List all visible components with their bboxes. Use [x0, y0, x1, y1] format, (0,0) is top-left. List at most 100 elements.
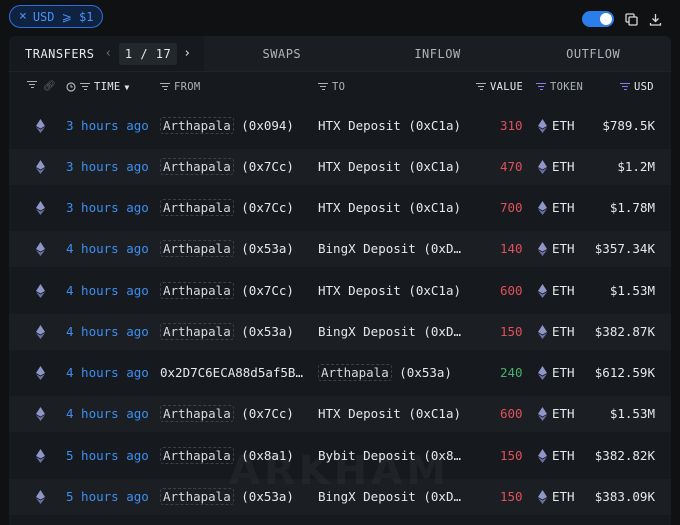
time-link[interactable]: 4 hours ago — [66, 283, 149, 298]
transfers-panel: TRANSFERS ‹ 1 / 17 › SWAPS INFLOW OUTFLO… — [9, 36, 671, 525]
time-link[interactable]: 4 hours ago — [66, 324, 149, 339]
ethereum-chain-icon — [36, 366, 45, 380]
to-cell[interactable]: HTX Deposit (0xC1a) — [318, 200, 461, 215]
to-cell[interactable]: HTX Deposit (0xC1a) — [318, 283, 461, 298]
column-filter-icon[interactable] — [27, 81, 37, 89]
time-column-header[interactable]: TIME ▼ — [66, 81, 130, 93]
to-cell[interactable]: Arthapala (0x53a) — [318, 364, 452, 381]
time-link[interactable]: 4 hours ago — [66, 406, 149, 421]
value-cell: 310 — [500, 118, 523, 133]
to-cell[interactable]: HTX Deposit (0xC1a) — [318, 159, 461, 174]
time-link[interactable]: 3 hours ago — [66, 159, 149, 174]
usd-cell: $789.5K — [602, 118, 655, 133]
table-header: 🔗︎ TIME ▼ FROM TO VALUE TOKEN USD — [9, 72, 671, 102]
close-icon[interactable]: × — [19, 9, 27, 24]
value-cell: 150 — [500, 448, 523, 463]
table-row[interactable]: 4 hours ago Arthapala (0x53a) BingX Deposi… — [9, 314, 671, 350]
copy-icon[interactable] — [624, 12, 638, 26]
time-link[interactable]: 3 hours ago — [66, 118, 149, 133]
ethereum-chain-icon — [36, 201, 45, 215]
eth-token-icon — [538, 407, 547, 421]
eth-token-icon — [538, 284, 547, 298]
usd-cell: $382.87K — [594, 324, 655, 339]
from-cell[interactable]: Arthapala (0x7Cc) — [160, 405, 294, 422]
value-column-header[interactable]: VALUE — [476, 81, 523, 93]
ethereum-chain-icon — [36, 119, 45, 133]
to-cell[interactable]: BingX Deposit (0xD… — [318, 324, 461, 339]
tab-transfers-label: TRANSFERS — [25, 46, 95, 61]
to-entity-tag: Arthapala — [318, 364, 392, 381]
eth-token-icon — [538, 366, 547, 380]
to-cell[interactable]: HTX Deposit (0xC1a) — [318, 118, 461, 133]
tab-swaps[interactable]: SWAPS — [204, 36, 360, 71]
usd-cell: $1.78M — [609, 200, 655, 215]
usd-cell: $382.82K — [594, 448, 655, 463]
from-cell[interactable]: Arthapala (0x7Cc) — [160, 199, 294, 216]
usd-column-header[interactable]: USD — [620, 81, 654, 93]
eth-token-icon — [538, 160, 547, 174]
usd-filter-chip[interactable]: × USD ⩾ $1 — [9, 5, 104, 28]
table-row[interactable]: 3 hours ago Arthapala (0x7Cc) HTX Deposit … — [9, 190, 671, 226]
from-entity-tag: Arthapala — [160, 199, 234, 216]
ethereum-chain-icon — [36, 325, 45, 339]
from-entity-tag: Arthapala — [160, 240, 234, 257]
table-row[interactable]: 4 hours ago 0x2D7C6ECA88d5af5B… Arthapala … — [9, 355, 671, 391]
usd-cell: $1.53M — [609, 406, 655, 421]
from-entity-tag: Arthapala — [160, 488, 234, 505]
time-link[interactable]: 4 hours ago — [66, 365, 149, 380]
tab-transfers[interactable]: TRANSFERS ‹ 1 / 17 › — [9, 36, 204, 71]
eth-token-icon — [538, 119, 547, 133]
chevron-left-icon[interactable]: ‹ — [105, 46, 113, 61]
pagination: ‹ 1 / 17 › — [105, 42, 192, 65]
from-column-header[interactable]: FROM — [160, 81, 201, 93]
value-cell: 150 — [500, 324, 523, 339]
time-link[interactable]: 5 hours ago — [66, 448, 149, 463]
from-cell[interactable]: Arthapala (0x53a) — [160, 240, 294, 257]
to-cell[interactable]: HTX Deposit (0xC1a) — [318, 406, 461, 421]
table-row[interactable]: 4 hours ago Arthapala (0x7Cc) HTX Deposit … — [9, 273, 671, 309]
tab-outflow[interactable]: OUTFLOW — [515, 36, 671, 71]
ethereum-chain-icon — [36, 242, 45, 256]
from-cell[interactable]: Arthapala (0x094) — [160, 117, 294, 134]
from-entity-tag: Arthapala — [160, 405, 234, 422]
page-indicator: 1 / 17 — [118, 42, 178, 65]
usd-cell: $612.59K — [594, 365, 655, 380]
from-entity-tag: Arthapala — [160, 117, 234, 134]
eth-token-icon — [538, 242, 547, 256]
from-cell[interactable]: Arthapala (0x7Cc) — [160, 282, 294, 299]
table-row[interactable]: 4 hours ago Arthapala (0x53a) BingX Deposi… — [9, 231, 671, 267]
ethereum-chain-icon — [36, 490, 45, 504]
usd-cell: $1.2M — [617, 159, 655, 174]
chevron-right-icon[interactable]: › — [183, 46, 191, 61]
ethereum-chain-icon — [36, 407, 45, 421]
from-cell[interactable]: Arthapala (0x7Cc) — [160, 158, 294, 175]
time-link[interactable]: 4 hours ago — [66, 241, 149, 256]
clock-icon — [66, 82, 76, 92]
eth-token-icon — [538, 201, 547, 215]
value-cell: 700 — [500, 200, 523, 215]
tab-inflow[interactable]: INFLOW — [359, 36, 516, 71]
value-cell: 240 — [500, 365, 523, 380]
to-column-header[interactable]: TO — [318, 81, 345, 93]
tab-bar: TRANSFERS ‹ 1 / 17 › SWAPS INFLOW OUTFLO… — [9, 36, 671, 72]
table-row[interactable]: 3 hours ago Arthapala (0x094) HTX Deposit … — [9, 108, 671, 144]
ethereum-chain-icon — [36, 449, 45, 463]
from-entity-tag: Arthapala — [160, 158, 234, 175]
from-entity-tag: Arthapala — [160, 447, 234, 464]
usd-cell: $357.34K — [594, 241, 655, 256]
eth-token-icon — [538, 449, 547, 463]
time-link[interactable]: 5 hours ago — [66, 489, 149, 504]
from-cell[interactable]: Arthapala (0x53a) — [160, 323, 294, 340]
table-row[interactable]: 4 hours ago Arthapala (0x7Cc) HTX Deposit … — [9, 396, 671, 432]
from-entity-tag: Arthapala — [160, 282, 234, 299]
token-column-header[interactable]: TOKEN — [536, 81, 583, 93]
link-icon[interactable]: 🔗︎ — [43, 81, 56, 92]
table-row[interactable]: 3 hours ago Arthapala (0x7Cc) HTX Deposit … — [9, 149, 671, 185]
to-cell[interactable]: BingX Deposit (0xD… — [318, 241, 461, 256]
eth-token-icon — [538, 325, 547, 339]
from-entity-tag: Arthapala — [160, 323, 234, 340]
time-link[interactable]: 3 hours ago — [66, 200, 149, 215]
download-icon[interactable] — [648, 12, 662, 26]
toggle-switch[interactable] — [582, 11, 614, 27]
from-address[interactable]: 0x2D7C6ECA88d5af5B… — [160, 365, 303, 380]
